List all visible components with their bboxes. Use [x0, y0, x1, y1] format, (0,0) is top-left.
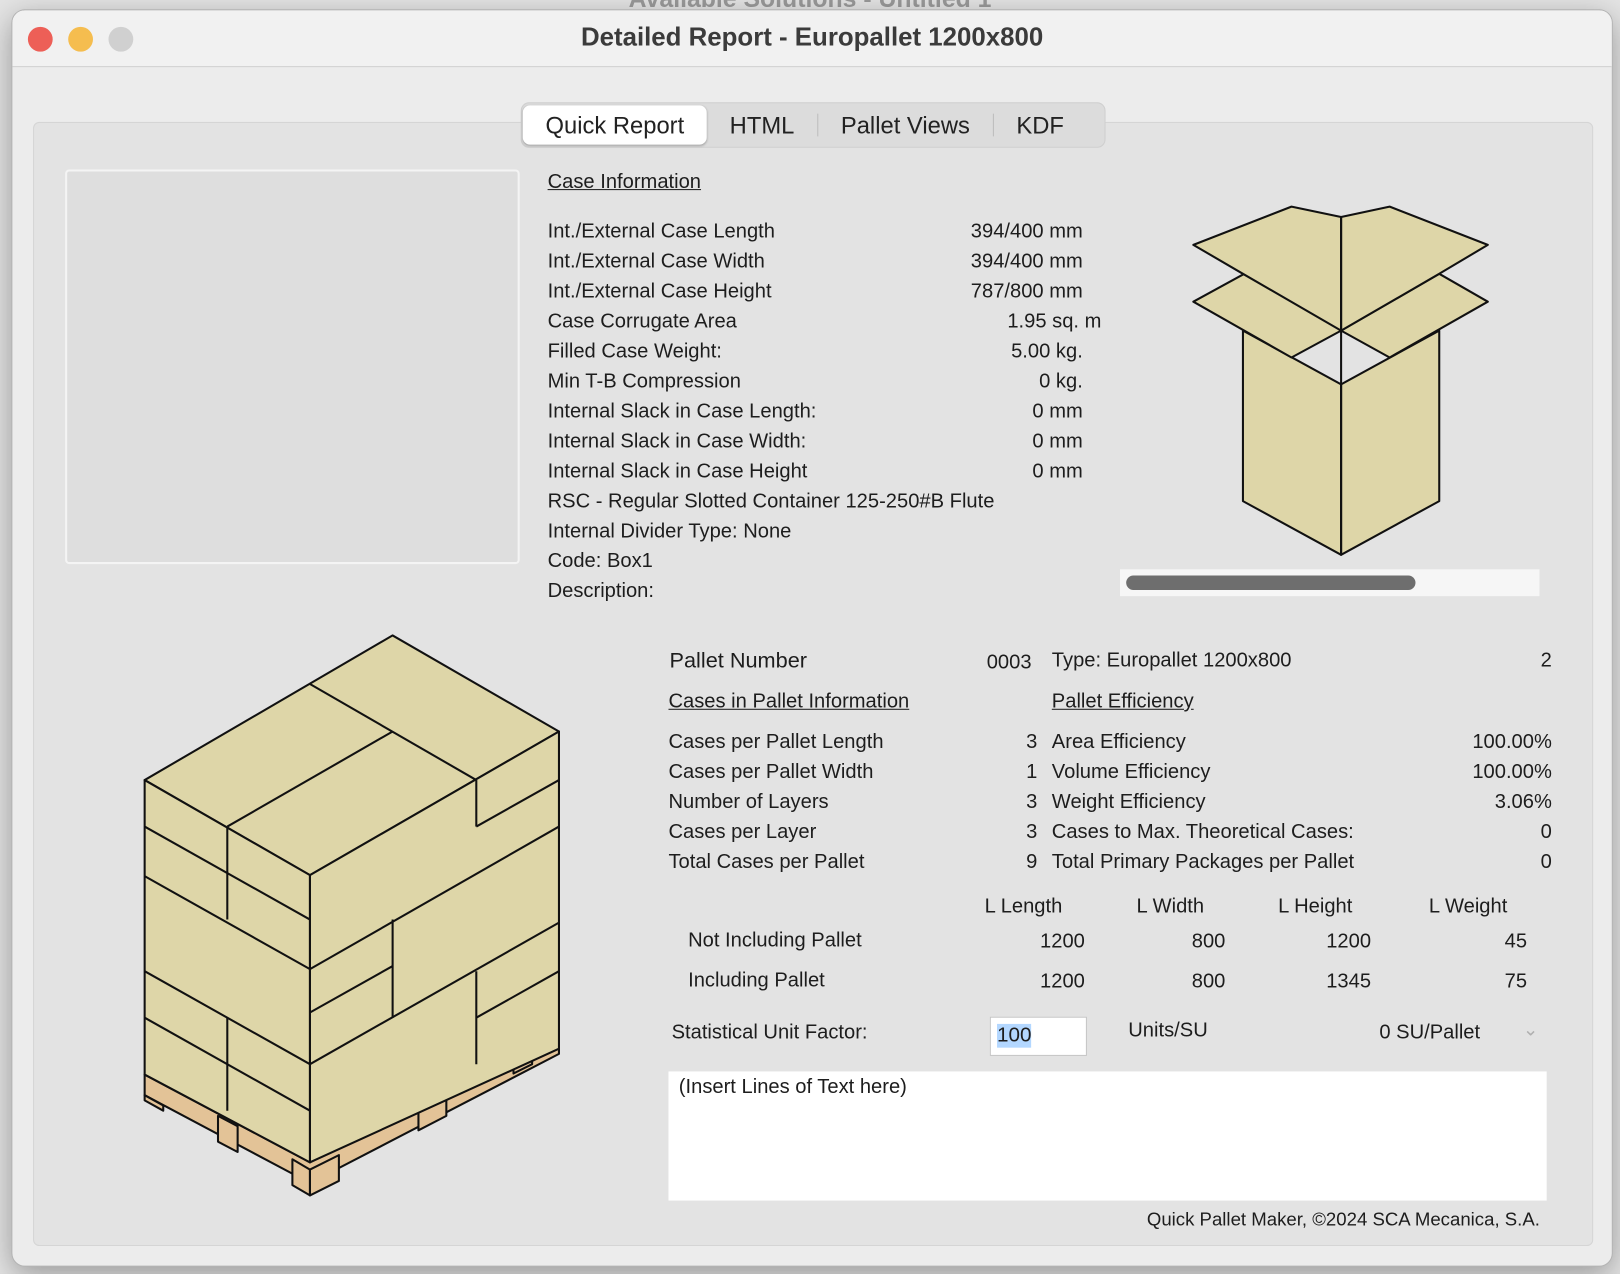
- case-info-label: Int./External Case Height: [547, 279, 772, 303]
- su-factor-value: 100: [997, 1023, 1032, 1048]
- efficiency-value: 100.00%: [1472, 730, 1552, 754]
- case-info-label: Internal Slack in Case Length:: [547, 399, 817, 423]
- case-3d-view: [1192, 205, 1489, 556]
- pallet-number-value: 0003: [986, 650, 1032, 674]
- case-view-scrollbar[interactable]: [1119, 569, 1540, 597]
- case-info-value: 0 mm: [1032, 429, 1083, 453]
- case-info-label: Case Corrugate Area: [547, 309, 737, 333]
- case-side-left: [1241, 329, 1343, 556]
- scrollbar-thumb[interactable]: [1126, 575, 1416, 590]
- units-su-label: Units/SU: [1128, 1018, 1208, 1042]
- efficiency-label: Total Primary Packages per Pallet: [1051, 850, 1355, 874]
- pallet-type-count: 2: [1540, 648, 1552, 672]
- pallet-3d-view: [143, 634, 560, 1197]
- cases-label: Cases per Pallet Length: [668, 730, 884, 754]
- case-info-label: Internal Slack in Case Width:: [547, 429, 807, 453]
- efficiency-value: 100.00%: [1472, 760, 1552, 784]
- dimension-value: 800: [1191, 929, 1226, 953]
- su-per-pallet: 0 SU/Pallet: [1379, 1020, 1481, 1044]
- case-info-heading: Case Information: [547, 170, 702, 194]
- dimension-header: L Length: [984, 894, 1063, 918]
- efficiency-value: 0: [1540, 820, 1552, 844]
- case-info-value: 394/400 mm: [970, 250, 1083, 273]
- case-info-label: Filled Case Weight:: [547, 339, 722, 363]
- cases-value: 3: [1026, 730, 1038, 754]
- case-info-label: Int./External Case Length: [547, 220, 775, 243]
- dimension-value: 1345: [1326, 970, 1372, 993]
- su-factor-input[interactable]: 100: [989, 1016, 1087, 1056]
- efficiency-label: Area Efficiency: [1051, 730, 1186, 754]
- efficiency-value: 0: [1540, 850, 1552, 874]
- case-info-value: 0 kg.: [1039, 369, 1083, 393]
- su-factor-label: Statistical Unit Factor:: [671, 1020, 868, 1044]
- case-info-line: Internal Divider Type: None: [547, 519, 792, 543]
- pallet-number-label: Pallet Number: [669, 648, 807, 673]
- dimension-header: L Width: [1136, 894, 1205, 918]
- case-info-label: Int./External Case Width: [547, 250, 765, 273]
- case-info-value: 1.95 sq. m: [1007, 309, 1102, 333]
- dimension-row-label: Not Including Pallet: [688, 928, 862, 952]
- report-window: Detailed Report - Europallet 1200x800 Qu…: [12, 10, 1612, 1266]
- efficiency-heading: Pallet Efficiency: [1051, 690, 1194, 713]
- case-info-line: RSC - Regular Slotted Container 125-250#…: [547, 489, 995, 513]
- case-info-line: Code: Box1: [547, 549, 653, 573]
- case-info-value: 787/800 mm: [970, 279, 1083, 303]
- cases-label: Total Cases per Pallet: [668, 850, 865, 874]
- cases-label: Cases per Pallet Width: [668, 760, 874, 784]
- efficiency-label: Cases to Max. Theoretical Cases:: [1051, 820, 1354, 844]
- dimension-value: 800: [1191, 970, 1226, 993]
- case-info-label: Min T-B Compression: [547, 369, 741, 393]
- cases-value: 3: [1026, 820, 1038, 844]
- case-info-label: Internal Slack in Case Height: [547, 459, 808, 483]
- dimension-value: 1200: [1040, 929, 1085, 953]
- cases-value: 3: [1026, 790, 1038, 814]
- dimension-value: 1200: [1326, 929, 1372, 953]
- case-info-value: 394/400 mm: [970, 220, 1083, 243]
- cases-heading: Cases in Pallet Information: [668, 690, 910, 713]
- case-info-value: 5.00 kg.: [1011, 339, 1083, 363]
- dimension-value: 1200: [1040, 970, 1085, 993]
- cases-value: 1: [1026, 760, 1038, 784]
- cases-value: 9: [1026, 850, 1038, 874]
- efficiency-label: Volume Efficiency: [1051, 760, 1211, 784]
- dimension-row-label: Including Pallet: [688, 969, 825, 992]
- case-side-right: [1340, 329, 1441, 556]
- cases-label: Number of Layers: [668, 790, 829, 814]
- efficiency-label: Weight Efficiency: [1051, 790, 1206, 814]
- case-info-value: 0 mm: [1032, 399, 1083, 423]
- footer-copyright: Quick Pallet Maker, ©2024 SCA Mecanica, …: [1146, 1208, 1540, 1230]
- case-info-line: Description:: [547, 579, 654, 603]
- cases-label: Cases per Layer: [668, 820, 817, 844]
- notes-text: (Insert Lines of Text here): [678, 1075, 907, 1099]
- dimension-header: L Height: [1278, 894, 1353, 918]
- chevron-down-icon[interactable]: ⌄: [1523, 1019, 1539, 1041]
- pallet-type: Type: Europallet 1200x800: [1051, 648, 1292, 672]
- dimension-value: 45: [1504, 929, 1528, 953]
- dimension-header: L Weight: [1428, 894, 1508, 918]
- notes-textarea[interactable]: (Insert Lines of Text here): [668, 1071, 1547, 1201]
- dimension-value: 75: [1504, 970, 1528, 993]
- case-info-value: 0 mm: [1032, 459, 1083, 483]
- efficiency-value: 3.06%: [1494, 790, 1552, 814]
